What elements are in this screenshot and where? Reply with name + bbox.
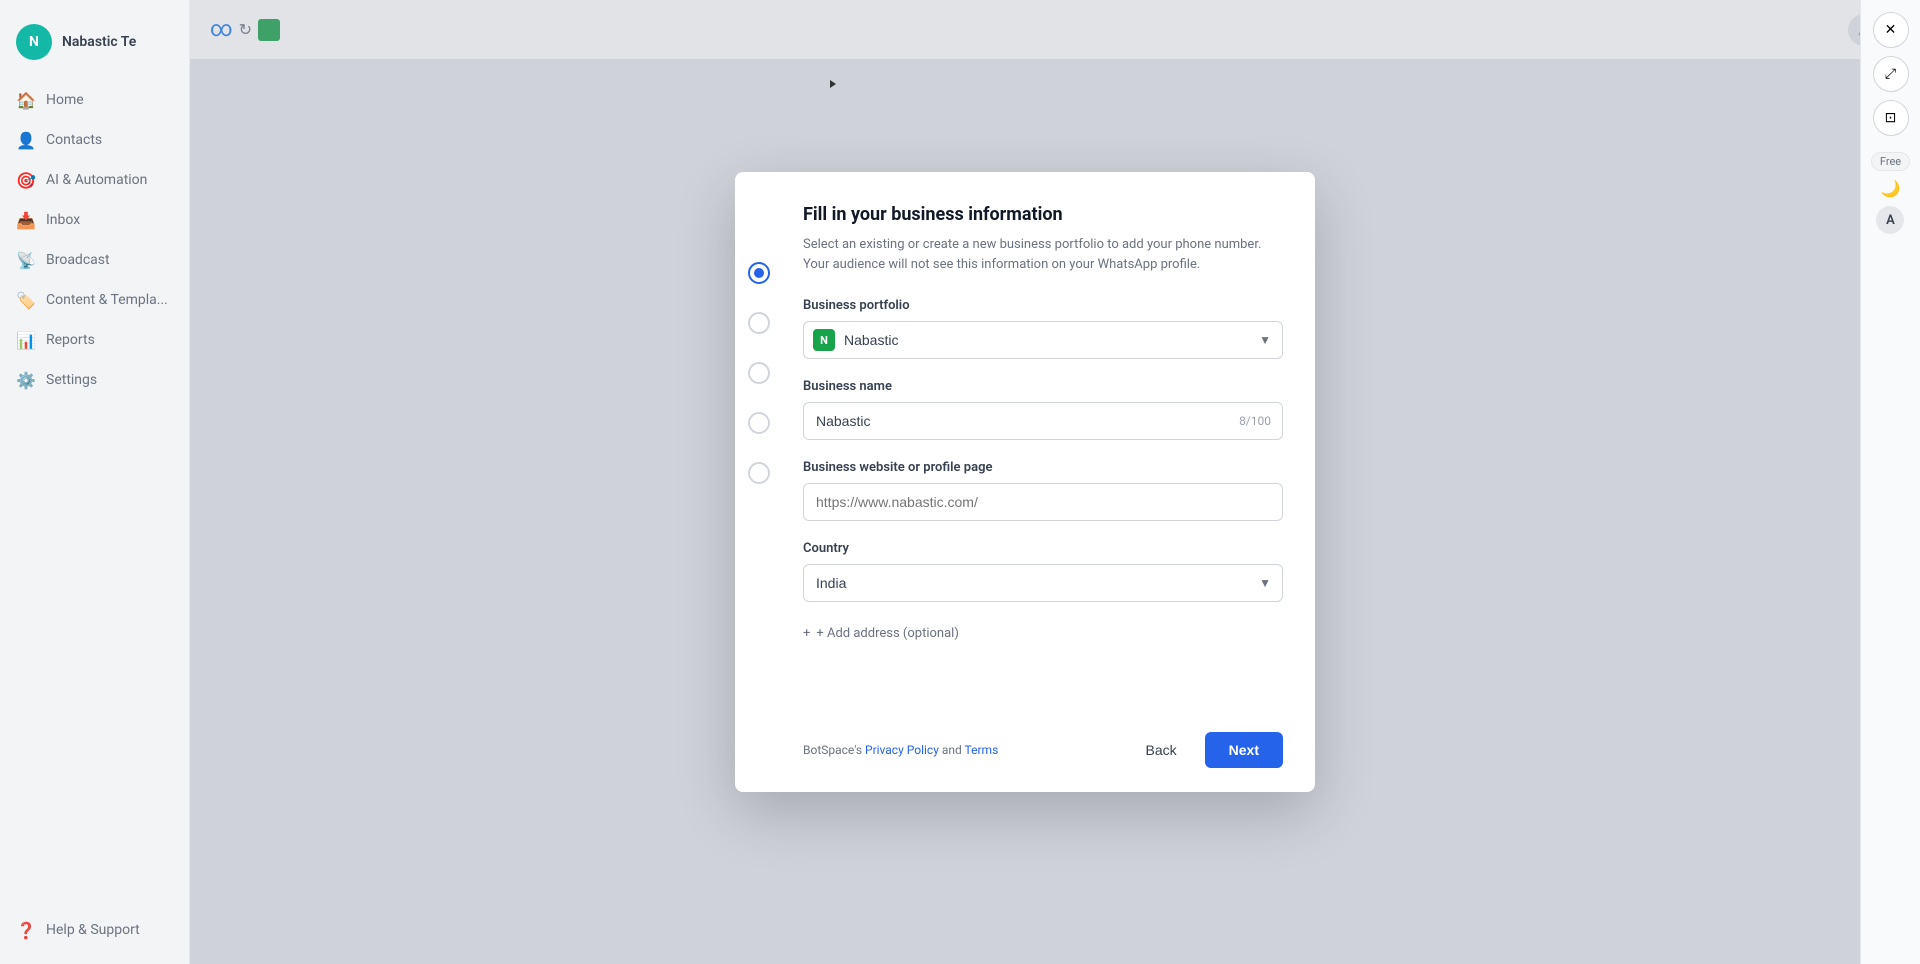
step-2-indicator[interactable]: [748, 312, 770, 334]
content-icon: 🏷️: [16, 290, 36, 310]
settings-icon: ⚙️: [16, 370, 36, 390]
ai-icon: 🎯: [16, 170, 36, 190]
business-website-label: Business website or profile page: [803, 460, 1283, 475]
char-count-badge: 8/100: [1239, 414, 1271, 428]
close-button[interactable]: ✕: [1873, 12, 1909, 48]
home-icon: 🏠: [16, 90, 36, 110]
reports-icon: 📊: [16, 330, 36, 350]
sidebar-item-contacts[interactable]: 👤 Contacts: [0, 120, 189, 160]
country-group: Country India USA UK Australia ▼: [803, 541, 1283, 602]
expand-icon: ⤢: [1885, 66, 1896, 82]
business-website-input[interactable]: [803, 483, 1283, 521]
add-address-btn[interactable]: + + Add address (optional): [803, 622, 1283, 645]
business-name-input[interactable]: [803, 402, 1283, 440]
broadcast-icon: 📡: [16, 250, 36, 270]
sidebar-item-label: Inbox: [46, 212, 80, 228]
sidebar: N Nabastic Te 🏠 Home 👤 Contacts 🎯 AI & A…: [0, 0, 190, 964]
sidebar-item-home[interactable]: 🏠 Home: [0, 80, 189, 120]
terms-link[interactable]: Terms: [965, 743, 999, 757]
business-name-label: Business name: [803, 379, 1283, 394]
close-icon: ✕: [1885, 22, 1897, 38]
step-indicators: [735, 252, 783, 494]
sidebar-item-reports[interactable]: 📊 Reports: [0, 320, 189, 360]
sidebar-item-label: Home: [46, 92, 84, 108]
privacy-policy-link[interactable]: Privacy Policy: [865, 743, 939, 757]
sidebar-item-label: Broadcast: [46, 252, 110, 268]
contacts-icon: 👤: [16, 130, 36, 150]
business-name-input-wrapper: 8/100: [803, 402, 1283, 440]
sidebar-title: Nabastic Te: [62, 34, 136, 50]
user-avatar-btn[interactable]: A: [1876, 206, 1904, 234]
expand-button[interactable]: ⤢: [1873, 56, 1909, 92]
sidebar-item-label: Reports: [46, 332, 95, 348]
sidebar-item-label: Content & Templa...: [46, 292, 168, 308]
business-portfolio-select[interactable]: Nabastic: [803, 321, 1283, 359]
sidebar-item-inbox[interactable]: 📥 Inbox: [0, 200, 189, 240]
help-label: Help & Support: [46, 922, 140, 938]
help-support-item[interactable]: ❓ Help & Support: [16, 920, 173, 940]
sidebar-item-label: Contacts: [46, 132, 102, 148]
business-name-group: Business name 8/100: [803, 379, 1283, 440]
business-website-group: Business website or profile page: [803, 460, 1283, 521]
modal-description: Select an existing or create a new busin…: [803, 235, 1283, 274]
sidebar-header: N Nabastic Te: [0, 16, 189, 80]
screen-icon: ⊡: [1885, 110, 1897, 126]
modal-footer: BotSpace's Privacy Policy and Terms Back…: [783, 712, 1315, 792]
country-select-wrapper: India USA UK Australia ▼: [803, 564, 1283, 602]
right-panel: ✕ ⤢ ⊡ Free 🌙 A: [1860, 0, 1920, 964]
add-address-label: + Add address (optional): [816, 626, 958, 641]
sidebar-item-settings[interactable]: ⚙️ Settings: [0, 360, 189, 400]
business-portfolio-label: Business portfolio: [803, 298, 1283, 313]
footer-legal-text: BotSpace's Privacy Policy and Terms: [803, 743, 998, 757]
business-portfolio-group: Business portfolio N Nabastic ▼: [803, 298, 1283, 359]
sidebar-item-content-templates[interactable]: 🏷️ Content & Templa...: [0, 280, 189, 320]
sidebar-nav: 🏠 Home 👤 Contacts 🎯 AI & Automation 📥 In…: [0, 80, 189, 400]
help-icon: ❓: [16, 920, 36, 940]
add-address-icon: +: [803, 626, 810, 641]
business-portfolio-select-wrapper: N Nabastic ▼: [803, 321, 1283, 359]
step-3-indicator[interactable]: [748, 362, 770, 384]
step-5-indicator[interactable]: [748, 462, 770, 484]
back-button[interactable]: Back: [1130, 732, 1193, 768]
avatar: N: [16, 24, 52, 60]
modal-dialog: Fill in your business information Select…: [735, 172, 1315, 792]
modal-overlay: Fill in your business information Select…: [190, 0, 1860, 964]
inbox-icon: 📥: [16, 210, 36, 230]
sidebar-item-label: AI & Automation: [46, 172, 147, 188]
step-4-indicator[interactable]: [748, 412, 770, 434]
modal-content: Fill in your business information Select…: [783, 172, 1315, 712]
country-select[interactable]: India USA UK Australia: [803, 564, 1283, 602]
sidebar-item-ai-automation[interactable]: 🎯 AI & Automation: [0, 160, 189, 200]
footer-actions: Back Next: [1130, 732, 1283, 768]
moon-icon[interactable]: 🌙: [1881, 179, 1901, 198]
sidebar-bottom: ❓ Help & Support: [0, 912, 189, 948]
portfolio-badge: N: [813, 329, 835, 351]
sidebar-item-broadcast[interactable]: 📡 Broadcast: [0, 240, 189, 280]
next-button[interactable]: Next: [1205, 732, 1283, 768]
step-1-indicator[interactable]: [748, 262, 770, 284]
country-label: Country: [803, 541, 1283, 556]
sidebar-item-label: Settings: [46, 372, 97, 388]
free-badge: Free: [1871, 152, 1910, 171]
modal-title: Fill in your business information: [803, 204, 1283, 225]
screen-button[interactable]: ⊡: [1873, 100, 1909, 136]
